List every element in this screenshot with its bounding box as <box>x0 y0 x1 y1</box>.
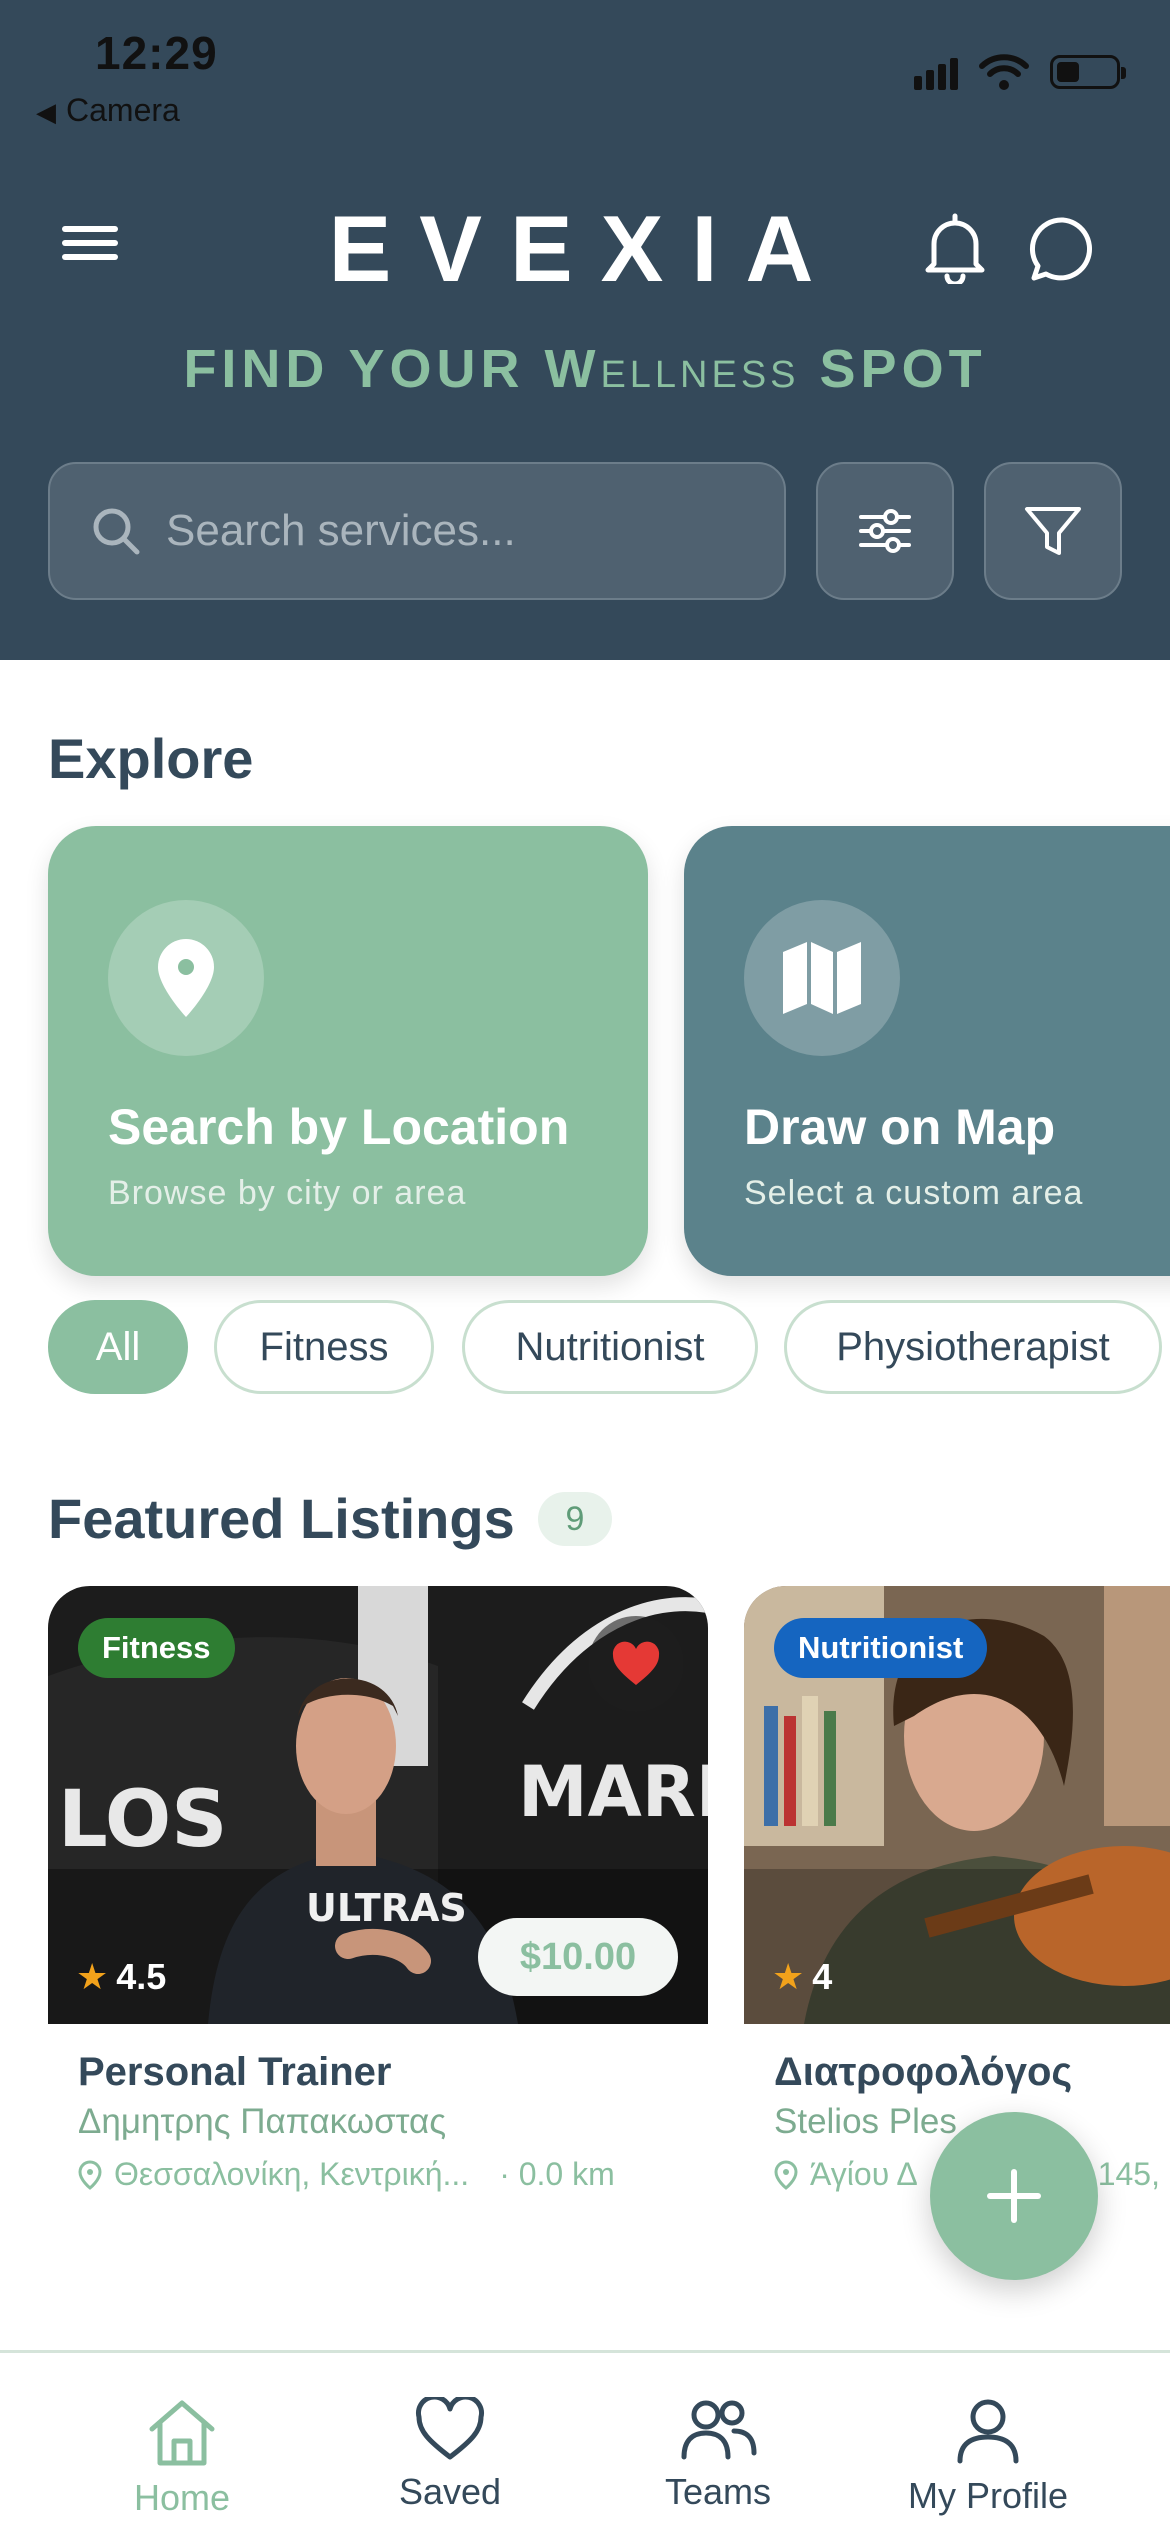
search-bar[interactable] <box>48 462 786 600</box>
listing-photo: Nutritionist ★ 4 <box>744 1586 1170 2024</box>
listing-title: Personal Trainer <box>78 2050 392 2094</box>
svg-text:MARK: MARK <box>518 1751 708 1833</box>
status-icons <box>914 52 1126 92</box>
tab-home[interactable]: Home <box>62 2397 302 2519</box>
listings-count-badge: 9 <box>538 1492 612 1546</box>
category-badge: Fitness <box>78 1618 235 1678</box>
chip-fitness[interactable]: Fitness <box>214 1300 434 1394</box>
location-icon-circle <box>108 900 264 1056</box>
back-to-camera-link[interactable]: ◀ Camera <box>36 92 180 129</box>
chip-nutritionist[interactable]: Nutritionist <box>462 1300 758 1394</box>
listing-distance: · 0.0 km <box>499 2156 615 2192</box>
tagline: FIND YOUR WELLNESS SPOT <box>183 339 987 399</box>
card-title: Search by Location <box>108 1099 570 1155</box>
draw-on-map-card[interactable]: Draw on Map Select a custom area <box>684 826 1170 1276</box>
location-pin-icon <box>78 2159 102 2190</box>
plus-icon <box>987 2169 1041 2223</box>
listing-card[interactable]: Nutritionist ★ 4 Διατροφολόγος Stelios Pl… <box>744 1586 1170 2226</box>
adjustments-button[interactable] <box>816 462 954 600</box>
map-icon-circle <box>744 900 900 1056</box>
listing-provider: Stelios Ples <box>774 2102 957 2141</box>
listing-provider: Δημητρης Παπακωστας <box>78 2102 447 2141</box>
star-icon: ★ <box>772 1956 805 1997</box>
app-logo: EVEXIA <box>328 196 842 301</box>
listing-photo: LOS MARK ULTRAS Fitness ★4.5 $10.00 <box>48 1586 708 2024</box>
status-time: 12:29 <box>95 27 218 79</box>
users-icon <box>681 2400 757 2460</box>
svg-text:ULTRAS: ULTRAS <box>306 1886 467 1930</box>
tab-my-profile[interactable]: My Profile <box>868 2397 1108 2517</box>
card-title: Draw on Map <box>744 1099 1056 1155</box>
search-input[interactable] <box>166 506 746 556</box>
explore-title: Explore <box>48 727 254 790</box>
listing-location: Θεσσαλονίκη, Κεντρική... · 0.0 km <box>78 2156 615 2193</box>
cellular-signal-icon <box>914 54 958 90</box>
price-badge: $10.00 <box>478 1918 678 1996</box>
card-subtitle: Select a custom area <box>744 1174 1084 1212</box>
rating: ★ 4 <box>772 1956 833 1997</box>
map-icon <box>783 942 861 1014</box>
chip-physiotherapist[interactable]: Physiotherapist <box>784 1300 1162 1394</box>
home-icon <box>149 2400 215 2466</box>
chat-icon[interactable] <box>1028 214 1098 284</box>
tab-teams[interactable]: Teams <box>598 2397 838 2513</box>
card-subtitle: Browse by city or area <box>108 1174 467 1212</box>
rating: ★ 4.5 <box>76 1956 167 1997</box>
battery-icon <box>1050 55 1126 89</box>
location-pin-icon <box>774 2159 798 2190</box>
filter-icon <box>1025 507 1081 555</box>
tab-saved[interactable]: Saved <box>330 2397 570 2513</box>
listing-card[interactable]: LOS MARK ULTRAS Fitness ★4.5 $10.00 Pers… <box>48 1586 708 2226</box>
featured-listings-title: Featured Listings <box>48 1487 515 1550</box>
sliders-icon <box>859 509 911 553</box>
search-by-location-card[interactable]: Search by Location Browse by city or are… <box>48 826 648 1276</box>
user-icon <box>957 2399 1019 2464</box>
app-header: 12:29 ◀ Camera EVEXIA FIND YOUR WELLNESS … <box>0 0 1170 660</box>
favorite-button[interactable] <box>588 1616 684 1712</box>
back-label: Camera <box>66 92 180 128</box>
menu-button[interactable] <box>62 218 126 278</box>
add-button[interactable] <box>930 2112 1098 2280</box>
heart-filled-icon <box>612 1641 660 1685</box>
category-badge: Nutritionist <box>774 1618 988 1678</box>
bell-icon[interactable] <box>922 212 988 284</box>
filter-button[interactable] <box>984 462 1122 600</box>
wifi-icon <box>979 54 1029 90</box>
search-icon <box>93 508 140 555</box>
chip-all[interactable]: All <box>48 1300 188 1394</box>
bottom-tab-bar: Home Saved Teams My Profile <box>0 2350 1170 2532</box>
star-icon: ★ <box>76 1956 109 1997</box>
svg-text:LOS: LOS <box>58 1775 227 1865</box>
heart-icon <box>416 2397 484 2460</box>
map-pin-icon <box>158 939 214 1017</box>
listing-title: Διατροφολόγος <box>774 2050 1073 2094</box>
